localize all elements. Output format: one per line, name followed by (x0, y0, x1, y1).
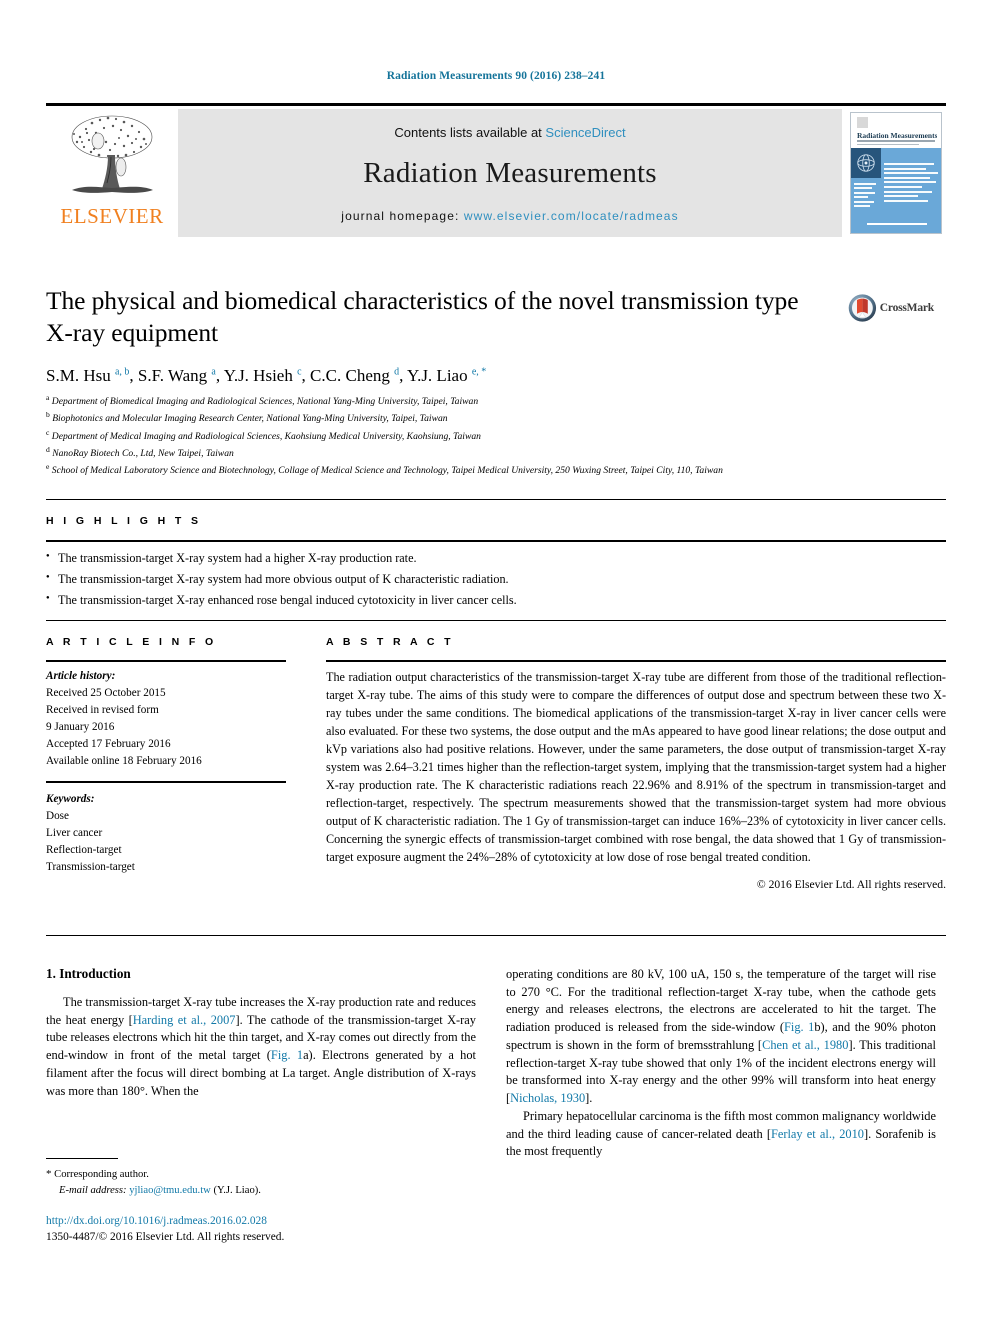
affiliation-list: a Department of Biomedical Imaging and R… (46, 392, 936, 479)
journal-title: Radiation Measurements (363, 157, 657, 189)
affiliation-item: b Biophotonics and Molecular Imaging Res… (46, 410, 448, 425)
journal-cover-thumbnail[interactable]: Radiation Measurements (842, 109, 946, 237)
divider-above-highlights (46, 499, 946, 500)
intro-paragraph-right-1: operating conditions are 80 kV, 100 uA, … (506, 967, 936, 1106)
email-address-link[interactable]: yjliao@tmu.edu.tw (129, 1185, 211, 1196)
article-info-heading: A R T I C L E I N F O (46, 636, 217, 648)
elsevier-logo: ELSEVIER (46, 109, 178, 237)
page-title: The physical and biomedical characterist… (46, 286, 799, 348)
article-history-line: Available online 18 February 2016 (46, 755, 202, 768)
keyword-item: Dose (46, 810, 69, 823)
elsevier-wordmark: ELSEVIER (60, 204, 164, 228)
article-history-line: Accepted 17 February 2016 (46, 738, 171, 751)
intro-paragraph-left: The transmission-target X-ray tube incre… (46, 995, 476, 1098)
section-title-introduction: 1. Introduction (46, 966, 131, 981)
contents-lists-line: Contents lists available at ScienceDirec… (178, 109, 842, 140)
footer-block: http://dx.doi.org/10.1016/j.radmeas.2016… (46, 1213, 476, 1245)
cover-atom-icon (857, 154, 875, 172)
abstract-copyright: © 2016 Elsevier Ltd. All rights reserved… (756, 877, 946, 891)
highlights-list: The transmission-target X-ray system had… (46, 548, 936, 611)
article-history-line: 9 January 2016 (46, 721, 115, 734)
abstract-text: The radiation output characteristics of … (326, 670, 946, 865)
divider-above-info (46, 620, 946, 621)
author-list: S.M. Hsu a, b, S.F. Wang a, Y.J. Hsieh c… (46, 366, 487, 385)
crossmark-icon (848, 294, 877, 322)
divider-article-info (46, 660, 286, 663)
keywords-block: Keywords: Dose Liver cancer Reflection-tar… (46, 781, 286, 876)
article-history-line: Received in revised form (46, 704, 159, 717)
crossmark-badge[interactable]: CrossMark (848, 288, 934, 334)
abstract-column: The radiation output characteristics of … (326, 668, 946, 893)
cover-journal-name: Radiation Measurements (857, 131, 937, 140)
footnote-divider (46, 1158, 118, 1159)
affiliation-item: d NanoRay Biotech Co., Ltd, New Taipei, … (46, 445, 234, 460)
highlight-item: The transmission-target X-ray system had… (46, 548, 936, 569)
intro-paragraph-right-2: Primary hepatocellular carcinoma is the … (506, 1108, 936, 1159)
divider-below-highlights-heading (46, 540, 946, 543)
article-first-page: Radiation Measurements 90 (2016) 238–241 (0, 0, 992, 1323)
article-history-lines: Received 25 October 2015 Received in revi… (46, 685, 286, 770)
divider-keywords (46, 781, 286, 784)
highlight-item: The transmission-target X-ray enhanced r… (46, 590, 936, 611)
keyword-item: Transmission-target (46, 861, 135, 874)
highlights-heading: H I G H L I G H T S (46, 515, 202, 527)
doi-link[interactable]: http://dx.doi.org/10.1016/j.radmeas.2016… (46, 1213, 476, 1229)
contents-prefix: Contents lists available at (394, 125, 546, 140)
journal-masthead: ELSEVIER Contents lists available at Sci… (46, 103, 946, 237)
abstract-heading: A B S T R A C T (326, 636, 454, 648)
footnote-star-icon: * (46, 1168, 52, 1180)
divider-above-body (46, 935, 946, 936)
homepage-prefix: journal homepage: (341, 209, 464, 223)
body-column-right: operating conditions are 80 kV, 100 uA, … (506, 966, 936, 1161)
corresponding-author-note: Corresponding author. (54, 1169, 149, 1180)
article-history-label: Article history: (46, 670, 116, 682)
running-head: Radiation Measurements 90 (2016) 238–241 (386, 70, 606, 82)
title-block: The physical and biomedical characterist… (46, 285, 826, 349)
email-address-label: E-mail address: (59, 1184, 127, 1196)
body-column-left: The transmission-target X-ray tube incre… (46, 994, 476, 1100)
affiliation-item: c Department of Medical Imaging and Radi… (46, 427, 481, 442)
keywords-label: Keywords: (46, 793, 95, 806)
article-history-line: Received 25 October 2015 (46, 687, 166, 700)
elsevier-tree-icon (71, 115, 153, 193)
masthead-center-band: Contents lists available at ScienceDirec… (178, 109, 842, 237)
footnote-block: * Corresponding author. E-mail address: … (46, 1166, 476, 1199)
email-owner: (Y.J. Liao). (213, 1184, 261, 1196)
sciencedirect-link[interactable]: ScienceDirect (545, 125, 625, 140)
affiliation-item: a Department of Biomedical Imaging and R… (46, 393, 479, 408)
cover-barcode-icon (857, 117, 868, 128)
crossmark-label: CrossMark (879, 302, 934, 314)
article-info-column: Article history: Received 25 October 201… (46, 668, 286, 876)
journal-homepage-line: journal homepage: www.elsevier.com/locat… (178, 209, 842, 223)
highlight-item: The transmission-target X-ray system had… (46, 569, 936, 590)
keyword-item: Reflection-target (46, 844, 122, 857)
keyword-item: Liver cancer (46, 827, 103, 840)
divider-abstract (326, 660, 946, 663)
keywords-list: Dose Liver cancer Reflection-target Transmi… (46, 808, 286, 876)
affiliation-item: e School of Medical Laboratory Science a… (46, 462, 723, 477)
issn-copyright: 1350-4487/© 2016 Elsevier Ltd. All right… (46, 1231, 285, 1244)
journal-homepage-link[interactable]: www.elsevier.com/locate/radmeas (464, 209, 679, 223)
